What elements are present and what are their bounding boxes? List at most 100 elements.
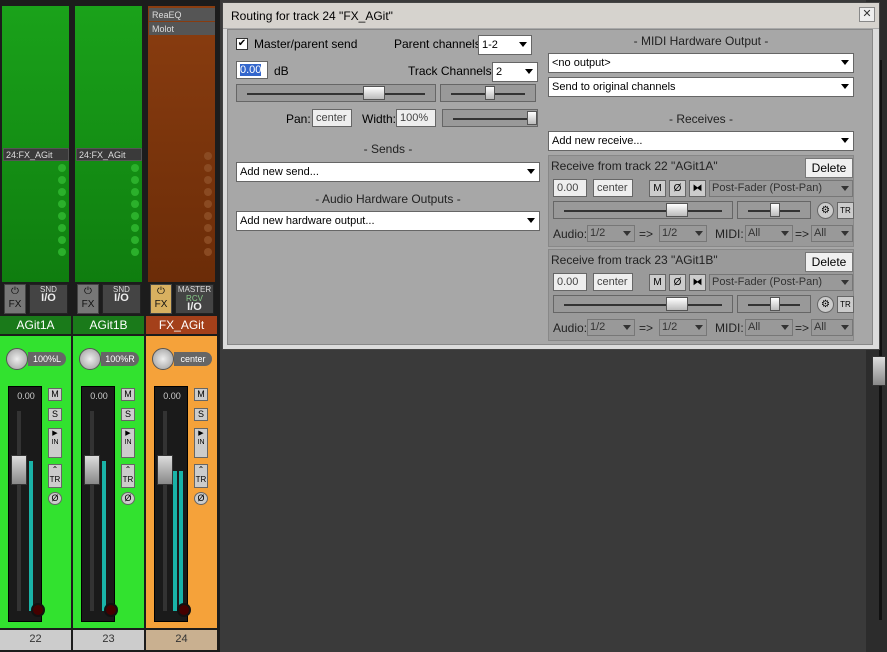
pan-input[interactable]: center xyxy=(312,109,352,127)
volume-fader[interactable] xyxy=(84,455,100,485)
fx-send-slot[interactable]: 24:FX_AGit xyxy=(3,148,69,161)
envelope-icon[interactable]: TR xyxy=(837,202,854,219)
midi-source-select[interactable]: All xyxy=(745,319,793,336)
midi-port-icon[interactable]: ⚙ xyxy=(817,202,834,219)
add-receive-select[interactable]: Add new receive... xyxy=(548,131,854,151)
midi-port-icon[interactable]: ⚙ xyxy=(817,296,834,313)
receive-pan-input[interactable]: center xyxy=(593,273,633,291)
width-input[interactable]: 100% xyxy=(396,109,436,127)
fx-button[interactable]: ⏻ FX xyxy=(77,284,99,314)
fx-area[interactable]: ReaEQ Molot xyxy=(148,6,215,282)
phase-invert-button[interactable]: Ø xyxy=(48,492,62,505)
receive-volume-input[interactable]: 0.00 xyxy=(553,179,587,197)
pan-knob[interactable] xyxy=(152,348,174,370)
receive-volume-slider[interactable] xyxy=(553,295,733,313)
pan-knob[interactable] xyxy=(6,348,28,370)
track-automation-button[interactable]: ⌃ TR xyxy=(121,464,135,488)
record-arm-button[interactable] xyxy=(104,603,118,617)
envelope-icon[interactable]: TR xyxy=(837,296,854,313)
fx-area[interactable]: 24:FX_AGit xyxy=(2,6,69,282)
receive-pan-input[interactable]: center xyxy=(593,179,633,197)
track-name[interactable]: AGit1A xyxy=(0,316,71,334)
io-button[interactable]: SND I/O xyxy=(29,284,68,314)
record-arm-button[interactable] xyxy=(177,603,191,617)
chevron-down-icon xyxy=(841,280,849,285)
width-slider[interactable] xyxy=(442,109,538,127)
mute-button[interactable]: M xyxy=(121,388,135,401)
solo-button[interactable]: S xyxy=(121,408,135,421)
volume-slider[interactable] xyxy=(236,84,436,102)
receive-mute-button[interactable]: M xyxy=(649,180,666,197)
phase-invert-button[interactable]: Ø xyxy=(194,492,208,505)
receive-pan-slider[interactable] xyxy=(737,201,811,219)
audio-dest-select[interactable]: 1/2 xyxy=(659,225,707,242)
track-name[interactable]: FX_AGit xyxy=(146,316,217,334)
solo-button[interactable]: S xyxy=(194,408,208,421)
pan-slider[interactable] xyxy=(440,84,536,102)
volume-input[interactable]: 0.00 xyxy=(236,61,268,79)
volume-readout: 0.00 xyxy=(90,391,108,401)
add-send-select[interactable]: Add new send... xyxy=(236,162,540,182)
parent-channels-select[interactable]: 1-2 xyxy=(478,35,532,55)
track-name[interactable]: AGit1B xyxy=(73,316,144,334)
delete-receive-button[interactable]: Delete xyxy=(805,252,853,272)
play-icon: ▶ xyxy=(125,430,131,437)
fx-plugin-slot[interactable]: Molot xyxy=(149,22,215,35)
io-label: I/O xyxy=(41,292,56,304)
mute-button[interactable]: M xyxy=(48,388,62,401)
chevron-down-icon xyxy=(519,42,527,47)
volume-fader[interactable] xyxy=(157,455,173,485)
parent-channels-label: Parent channels: xyxy=(394,37,485,51)
midi-channels-select[interactable]: Send to original channels xyxy=(548,77,854,97)
fx-send-slot[interactable]: 24:FX_AGit xyxy=(76,148,142,161)
track-number: 23 xyxy=(73,630,144,650)
record-arm-button[interactable] xyxy=(31,603,45,617)
mute-button[interactable]: M xyxy=(194,388,208,401)
receive-mode-select[interactable]: Post-Fader (Post-Pan) xyxy=(709,274,853,291)
midi-source-select[interactable]: All xyxy=(745,225,793,242)
receive-mono-button[interactable]: ⧓ xyxy=(689,274,706,291)
midi-dest-select[interactable]: All xyxy=(811,319,853,336)
audio-dest-select[interactable]: 1/2 xyxy=(659,319,707,336)
track-automation-button[interactable]: ⌃ TR xyxy=(194,464,208,488)
fx-button-label: FX xyxy=(8,299,22,310)
phase-invert-button[interactable]: Ø xyxy=(121,492,135,505)
audio-source-select[interactable]: 1/2 xyxy=(587,225,635,242)
fx-plugin-slot[interactable]: ReaEQ xyxy=(149,8,215,21)
fx-button[interactable]: ⏻ FX xyxy=(150,284,172,314)
fx-in-out-button[interactable]: ▶ IN xyxy=(121,428,135,458)
io-button[interactable]: MASTER RCV I/O xyxy=(175,284,214,314)
receive-title: Receive from track 22 "AGit1A" xyxy=(551,159,718,173)
fx-area[interactable]: 24:FX_AGit xyxy=(75,6,142,282)
volume-fader[interactable] xyxy=(11,455,27,485)
send-dots xyxy=(131,164,139,260)
receive-mute-button[interactable]: M xyxy=(649,274,666,291)
receive-volume-input[interactable]: 0.00 xyxy=(553,273,587,291)
master-fader[interactable] xyxy=(872,356,886,386)
audio-source-select[interactable]: 1/2 xyxy=(587,319,635,336)
add-hw-output-select[interactable]: Add new hardware output... xyxy=(236,211,540,231)
receive-volume-slider[interactable] xyxy=(553,201,733,219)
receive-pan-slider[interactable] xyxy=(737,295,811,313)
fx-in-out-button[interactable]: ▶ IN xyxy=(48,428,62,458)
receive-phase-button[interactable]: Ø xyxy=(669,180,686,197)
master-send-checkbox[interactable]: ✔ xyxy=(236,38,248,50)
empty-mixer-area xyxy=(222,350,887,652)
delete-receive-button[interactable]: Delete xyxy=(805,158,853,178)
fx-in-out-button[interactable]: ▶ IN xyxy=(194,428,208,458)
track-automation-button[interactable]: ⌃ TR xyxy=(48,464,62,488)
receive-phase-button[interactable]: Ø xyxy=(669,274,686,291)
receive-mono-button[interactable]: ⧓ xyxy=(689,180,706,197)
io-button[interactable]: SND I/O xyxy=(102,284,141,314)
close-icon[interactable]: ✕ xyxy=(859,7,875,22)
midi-dest-select[interactable]: All xyxy=(811,225,853,242)
fx-button[interactable]: ⏻ FX xyxy=(4,284,26,314)
envelope-icon: ⌃ xyxy=(51,465,59,474)
solo-button[interactable]: S xyxy=(48,408,62,421)
volume-readout: 0.00 xyxy=(17,391,35,401)
midi-output-select[interactable]: <no output> xyxy=(548,53,854,73)
track-channels-select[interactable]: 2 xyxy=(492,62,538,82)
dialog-titlebar[interactable]: Routing for track 24 "FX_AGit" ✕ xyxy=(223,3,879,29)
pan-knob[interactable] xyxy=(79,348,101,370)
receive-mode-select[interactable]: Post-Fader (Post-Pan) xyxy=(709,180,853,197)
